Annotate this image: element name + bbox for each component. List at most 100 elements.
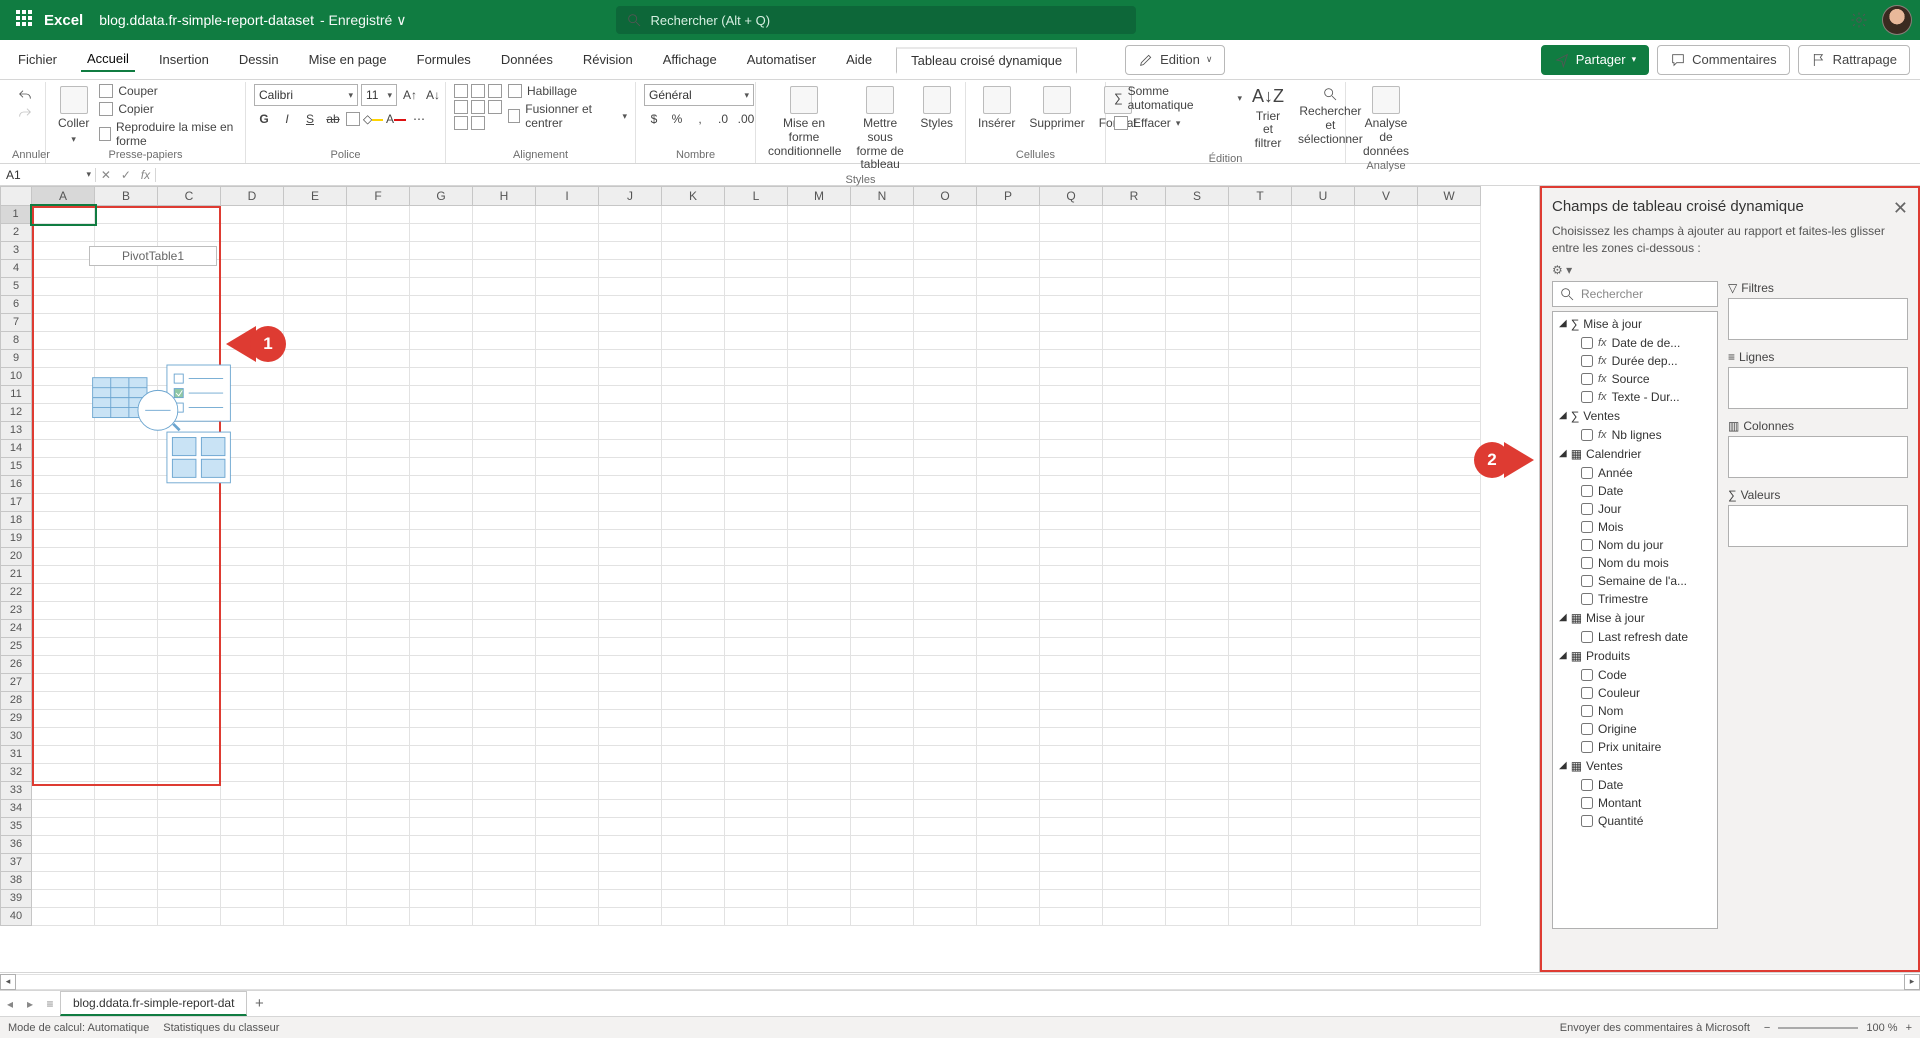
field-item[interactable]: Jour: [1555, 500, 1715, 518]
row-header[interactable]: 35: [0, 818, 32, 836]
columns-dropzone[interactable]: ▥Colonnes: [1728, 419, 1908, 478]
row-header[interactable]: 28: [0, 692, 32, 710]
zoom-in-icon[interactable]: +: [1906, 1022, 1912, 1034]
analyze-data-button[interactable]: Analyse de données: [1354, 84, 1418, 160]
select-all-corner[interactable]: [0, 186, 32, 206]
field-checkbox[interactable]: [1581, 705, 1593, 717]
align-left-icon[interactable]: [454, 100, 468, 114]
feedback-link[interactable]: Envoyer des commentaires à Microsoft: [1560, 1022, 1750, 1034]
zoom-out-icon[interactable]: −: [1764, 1022, 1770, 1034]
scroll-right-icon[interactable]: ▸: [1904, 974, 1920, 990]
tab-revision[interactable]: Révision: [577, 48, 639, 71]
tab-automatiser[interactable]: Automatiser: [741, 48, 822, 71]
strike-button[interactable]: ab: [323, 110, 343, 128]
row-header[interactable]: 33: [0, 782, 32, 800]
field-checkbox[interactable]: [1581, 797, 1593, 809]
conditional-format-button[interactable]: Mise en forme conditionnelle: [764, 84, 844, 160]
row-header[interactable]: 31: [0, 746, 32, 764]
field-item[interactable]: fxTexte - Dur...: [1555, 388, 1715, 406]
row-header[interactable]: 25: [0, 638, 32, 656]
col-header-I[interactable]: I: [536, 186, 599, 206]
increase-font-icon[interactable]: A↑: [400, 86, 420, 104]
name-box[interactable]: A1▾: [0, 168, 96, 182]
field-checkbox[interactable]: [1581, 815, 1593, 827]
zoom-control[interactable]: − 100 % +: [1764, 1022, 1912, 1034]
field-table-header[interactable]: ◢ ▦ Produits: [1555, 646, 1715, 666]
edition-button[interactable]: Edition∨: [1125, 45, 1225, 75]
redo-icon[interactable]: [17, 106, 33, 122]
row-header[interactable]: 29: [0, 710, 32, 728]
tab-miseenpage[interactable]: Mise en page: [303, 48, 393, 71]
filters-dropzone[interactable]: ▽Filtres: [1728, 281, 1908, 340]
field-checkbox[interactable]: [1581, 687, 1593, 699]
tab-donnees[interactable]: Données: [495, 48, 559, 71]
row-header[interactable]: 40: [0, 908, 32, 926]
indent-dec-icon[interactable]: [454, 116, 468, 130]
calc-mode[interactable]: Mode de calcul: Automatique: [8, 1022, 149, 1034]
currency-icon[interactable]: $: [644, 110, 664, 128]
tab-formules[interactable]: Formules: [411, 48, 477, 71]
save-status[interactable]: - Enregistré ∨: [320, 12, 407, 29]
row-header[interactable]: 19: [0, 530, 32, 548]
col-header-F[interactable]: F: [347, 186, 410, 206]
field-checkbox[interactable]: [1581, 503, 1593, 515]
row-header[interactable]: 9: [0, 350, 32, 368]
row-header[interactable]: 10: [0, 368, 32, 386]
fill-color-icon[interactable]: ◇: [363, 110, 383, 128]
field-table-header[interactable]: ◢ ∑ Mise à jour: [1555, 314, 1715, 334]
col-header-O[interactable]: O: [914, 186, 977, 206]
rows-dropzone[interactable]: ≡Lignes: [1728, 350, 1908, 409]
increase-decimal-icon[interactable]: .0: [713, 110, 733, 128]
row-header[interactable]: 26: [0, 656, 32, 674]
number-format-select[interactable]: Général▾: [644, 84, 754, 106]
col-header-M[interactable]: M: [788, 186, 851, 206]
field-checkbox[interactable]: [1581, 337, 1593, 349]
row-header[interactable]: 2: [0, 224, 32, 242]
tab-tcd[interactable]: Tableau croisé dynamique: [896, 47, 1077, 74]
styles-button[interactable]: Styles: [916, 84, 957, 133]
tab-affichage[interactable]: Affichage: [657, 48, 723, 71]
tab-aide[interactable]: Aide: [840, 48, 878, 71]
col-header-V[interactable]: V: [1355, 186, 1418, 206]
col-header-E[interactable]: E: [284, 186, 347, 206]
copy-button[interactable]: Copier: [99, 102, 237, 116]
document-name[interactable]: blog.ddata.fr-simple-report-dataset: [99, 12, 314, 28]
delete-button[interactable]: Supprimer: [1025, 84, 1088, 133]
merge-center-button[interactable]: Fusionner et centrer▾: [508, 102, 627, 130]
search-box[interactable]: Rechercher (Alt + Q): [616, 6, 1136, 34]
col-header-Q[interactable]: Q: [1040, 186, 1103, 206]
field-table-header[interactable]: ◢ ∑ Ventes: [1555, 406, 1715, 426]
workbook-stats[interactable]: Statistiques du classeur: [163, 1022, 279, 1034]
field-item[interactable]: Montant: [1555, 794, 1715, 812]
row-header[interactable]: 27: [0, 674, 32, 692]
pane-gear-icon[interactable]: ⚙ ▾: [1552, 263, 1572, 277]
row-header[interactable]: 8: [0, 332, 32, 350]
col-header-B[interactable]: B: [95, 186, 158, 206]
sheet-tab[interactable]: blog.ddata.fr-simple-report-dat: [60, 991, 247, 1016]
decrease-font-icon[interactable]: A↓: [423, 86, 443, 104]
align-center-icon[interactable]: [471, 100, 485, 114]
col-header-N[interactable]: N: [851, 186, 914, 206]
format-table-button[interactable]: Mettre sous forme de tableau: [850, 84, 910, 174]
row-header[interactable]: 22: [0, 584, 32, 602]
field-checkbox[interactable]: [1581, 467, 1593, 479]
row-header[interactable]: 1: [0, 206, 32, 224]
field-checkbox[interactable]: [1581, 539, 1593, 551]
sheet-all-icon[interactable]: ≡: [40, 997, 60, 1011]
row-header[interactable]: 4: [0, 260, 32, 278]
row-header[interactable]: 32: [0, 764, 32, 782]
field-search[interactable]: Rechercher: [1552, 281, 1718, 307]
font-name-select[interactable]: Calibri▾: [254, 84, 358, 106]
fx-confirm-icon[interactable]: ✓: [121, 168, 131, 182]
field-item[interactable]: Origine: [1555, 720, 1715, 738]
bold-button[interactable]: G: [254, 110, 274, 128]
wrap-text-button[interactable]: Habillage: [508, 84, 627, 98]
row-header[interactable]: 16: [0, 476, 32, 494]
field-checkbox[interactable]: [1581, 669, 1593, 681]
col-header-R[interactable]: R: [1103, 186, 1166, 206]
sort-filter-button[interactable]: A↓ZTrier et filtrer: [1248, 84, 1288, 153]
undo-icon[interactable]: [17, 88, 33, 104]
field-item[interactable]: Année: [1555, 464, 1715, 482]
format-painter-button[interactable]: Reproduire la mise en forme: [99, 120, 237, 148]
align-middle-icon[interactable]: [471, 84, 485, 98]
